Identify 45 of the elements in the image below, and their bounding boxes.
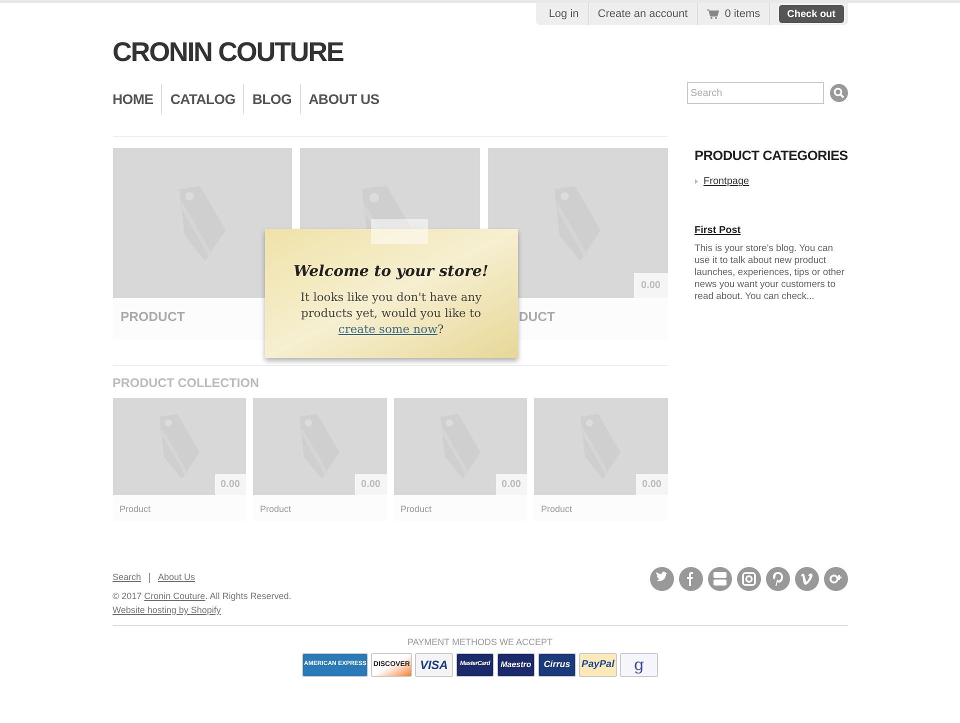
camera-icon[interactable] (736, 566, 760, 591)
bird-icon[interactable] (650, 566, 674, 591)
nav-link[interactable]: CATALOG (161, 84, 244, 114)
nav-link[interactable]: BLOG (243, 84, 300, 114)
nav-link[interactable]: HOME (112, 84, 162, 114)
payment-badge: Cirrus (538, 652, 576, 677)
price-label: 0.00 (634, 273, 668, 298)
checkout-button[interactable]: Check out (779, 5, 844, 23)
search-field[interactable]: Search (686, 82, 824, 104)
store-link[interactable]: Cronin Couture (144, 591, 206, 602)
create-link[interactable]: create some now (338, 322, 438, 336)
post-excerpt: This is your store's blog. You can use it to talk about new product launches, experiences, tips or other news you want your customers to read about. You can check... (694, 243, 846, 304)
payment-badge: g (620, 652, 658, 677)
search-icon[interactable] (830, 84, 848, 102)
payment-badge: VISA (414, 652, 453, 677)
sidebar-heading: PRODUCT CATEGORIES (694, 147, 848, 165)
footer-link[interactable]: About Us (158, 570, 196, 584)
price-label: 0.00 (496, 474, 527, 495)
g-plus-icon[interactable] (824, 566, 848, 591)
store-name[interactable]: CRONIN COUTURE (112, 39, 388, 66)
top-link[interactable]: Create an account (588, 3, 698, 25)
price-label: 0.00 (636, 474, 668, 495)
top-link[interactable]: Log in (540, 3, 589, 25)
bullet-icon (694, 179, 698, 184)
cart-count: 0 items (724, 6, 760, 22)
hosting-link[interactable]: Website hosting by Shopify (112, 604, 292, 618)
category-link[interactable]: Frontpage (704, 174, 750, 190)
v-shape-icon[interactable] (794, 566, 818, 591)
pin-icon[interactable] (766, 566, 790, 591)
payment-heading: PAYMENT METHODS WE ACCEPT (406, 636, 554, 650)
note-title: Welcome to your store! (294, 261, 488, 282)
nav-link[interactable]: ABOUT US (300, 84, 388, 114)
price-label: 0.00 (355, 474, 386, 495)
copyright-text: © 2017 Cronin Couture. All Rights Reserved. (112, 590, 292, 604)
footer-link[interactable]: Search (112, 570, 142, 584)
price-label: 0.00 (214, 474, 246, 495)
note-text: It looks like you don't have any products yet, would you like to create some now? (299, 288, 483, 337)
cart-icon (706, 9, 719, 19)
payment-badge: PayPal (578, 652, 617, 677)
letter-f-icon[interactable] (678, 566, 702, 591)
payment-badge: Maestro (496, 652, 535, 677)
section-title: PRODUCT COLLECTION (112, 375, 260, 392)
tape-strip (370, 219, 428, 244)
cart-link[interactable]: 0 items (698, 3, 770, 25)
post-title[interactable]: First Post (694, 223, 848, 238)
